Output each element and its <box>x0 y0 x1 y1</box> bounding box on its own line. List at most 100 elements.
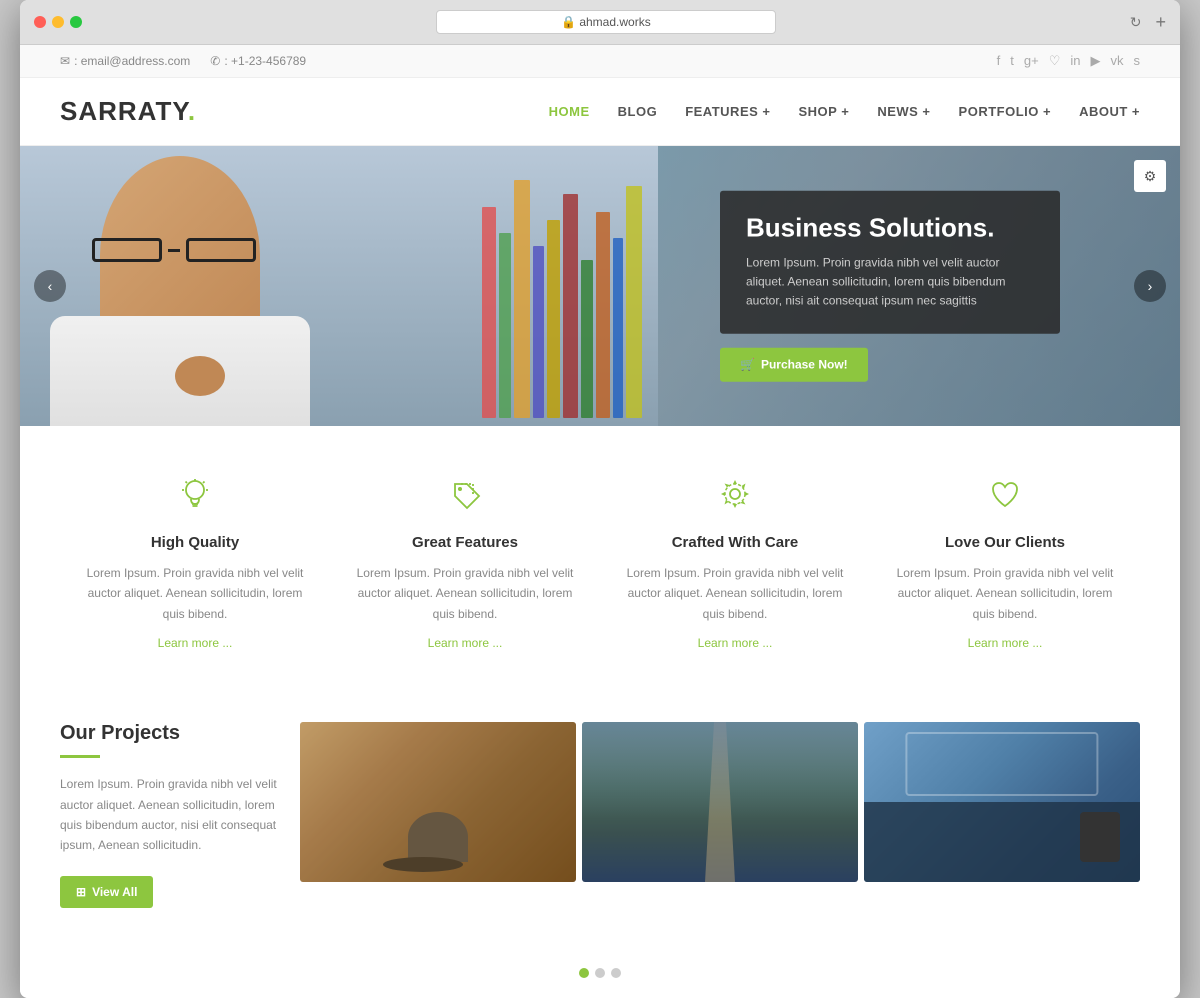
nav-item-features[interactable]: FEATURES + <box>685 104 770 119</box>
googleplus-icon[interactable]: g+ <box>1024 53 1039 69</box>
pagination-dot-2[interactable] <box>595 968 605 978</box>
book <box>499 233 511 418</box>
project-thumb-2[interactable] <box>582 722 858 882</box>
lock-icon: 🔒 <box>561 15 579 29</box>
settings-icon: ⚙ <box>1144 168 1157 185</box>
url-text: ahmad.works <box>579 15 650 29</box>
gear-icon <box>620 476 850 520</box>
twitter-icon[interactable]: t <box>1010 53 1014 69</box>
feature-item-love-clients: Love Our Clients Lorem Ipsum. Proin grav… <box>870 476 1140 652</box>
view-all-label: View All <box>92 885 137 899</box>
feature-link-1[interactable]: Learn more ... <box>428 636 503 650</box>
feature-desc-3: Lorem Ipsum. Proin gravida nibh vel veli… <box>890 563 1120 624</box>
book <box>626 186 642 418</box>
logo[interactable]: SARRATY. <box>60 96 196 127</box>
thumb-windshield <box>905 732 1098 796</box>
feature-title-1: Great Features <box>350 534 580 551</box>
topbar: ✉ : email@address.com ✆ : +1-23-456789 f… <box>20 45 1180 78</box>
tag-icon <box>350 476 580 520</box>
hero-next-button[interactable]: › <box>1134 270 1166 302</box>
browser-addressbar: 🔒 ahmad.works <box>92 10 1120 34</box>
glasses <box>92 236 272 264</box>
project-thumb-3[interactable] <box>864 722 1140 882</box>
feature-desc-1: Lorem Ipsum. Proin gravida nibh vel veli… <box>350 563 580 624</box>
feature-link-3[interactable]: Learn more ... <box>968 636 1043 650</box>
social-links: f t g+ ♡ in ▶ vk s <box>997 53 1140 69</box>
hero-text-box: Business Solutions. Lorem Ipsum. Proin g… <box>720 191 1060 334</box>
browser-titlebar: 🔒 ahmad.works ↻ + <box>20 0 1180 45</box>
nav-item-news[interactable]: NEWS + <box>877 104 930 119</box>
book <box>613 238 623 418</box>
view-all-button[interactable]: ⊞ View All <box>60 876 153 908</box>
feature-item-high-quality: High Quality Lorem Ipsum. Proin gravida … <box>60 476 330 652</box>
vk-icon[interactable]: vk <box>1111 53 1124 69</box>
grid-icon: ⊞ <box>76 885 86 899</box>
nav-menu: HOME BLOG FEATURES + SHOP + NEWS + PORTF… <box>549 104 1140 119</box>
minimize-dot[interactable] <box>52 16 64 28</box>
browser-window: 🔒 ahmad.works ↻ + ✉ : email@address.com … <box>20 0 1180 998</box>
carousel-pagination <box>20 958 1180 998</box>
projects-underline <box>60 755 100 758</box>
topbar-contact-info: ✉ : email@address.com ✆ : +1-23-456789 <box>60 54 306 68</box>
book <box>581 260 593 418</box>
nav-item-blog[interactable]: BLOG <box>618 104 658 119</box>
glasses-left <box>92 238 162 262</box>
projects-section: Our Projects Lorem Ipsum. Proin gravida … <box>20 702 1180 958</box>
heart-icon <box>890 476 1120 520</box>
book <box>533 246 544 418</box>
book <box>596 212 610 418</box>
logo-dot: . <box>188 96 196 126</box>
pagination-dot-1[interactable] <box>579 968 589 978</box>
purchase-button[interactable]: 🛒 Purchase Now! <box>720 347 868 381</box>
website-content: ✉ : email@address.com ✆ : +1-23-456789 f… <box>20 45 1180 998</box>
feature-link-2[interactable]: Learn more ... <box>698 636 773 650</box>
feature-item-great-features: Great Features Lorem Ipsum. Proin gravid… <box>330 476 600 652</box>
feature-desc-2: Lorem Ipsum. Proin gravida nibh vel veli… <box>620 563 850 624</box>
phone-text: : +1-23-456789 <box>224 54 306 68</box>
hero-image <box>20 146 658 426</box>
thumb-sky <box>582 722 858 818</box>
url-bar[interactable]: 🔒 ahmad.works <box>436 10 776 34</box>
pagination-dot-3[interactable] <box>611 968 621 978</box>
nav-item-about[interactable]: ABOUT + <box>1079 104 1140 119</box>
hero-description: Lorem Ipsum. Proin gravida nibh vel veli… <box>746 254 1034 312</box>
new-tab-button[interactable]: + <box>1155 12 1166 33</box>
glasses-bridge <box>168 249 180 252</box>
close-dot[interactable] <box>34 16 46 28</box>
hero-settings-button[interactable]: ⚙ <box>1134 160 1166 192</box>
phone-icon: ✆ <box>210 54 220 68</box>
nav-item-home[interactable]: HOME <box>549 104 590 119</box>
skype-icon[interactable]: s <box>1134 53 1141 69</box>
bulb-icon <box>80 476 310 520</box>
thumb-overlay <box>300 722 576 882</box>
feature-title-2: Crafted With Care <box>620 534 850 551</box>
project-thumb-1[interactable] <box>300 722 576 882</box>
navbar: SARRATY. HOME BLOG FEATURES + SHOP + NEW… <box>20 78 1180 146</box>
hero-section: Business Solutions. Lorem Ipsum. Proin g… <box>20 146 1180 426</box>
glasses-right <box>186 238 256 262</box>
book <box>563 194 578 418</box>
book <box>514 180 530 418</box>
hero-title: Business Solutions. <box>746 213 1034 244</box>
refresh-icon[interactable]: ↻ <box>1130 14 1142 31</box>
facebook-icon[interactable]: f <box>997 53 1001 69</box>
hero-prev-button[interactable]: ‹ <box>34 270 66 302</box>
book <box>482 207 496 418</box>
linkedin-icon[interactable]: in <box>1070 53 1080 69</box>
projects-info: Our Projects Lorem Ipsum. Proin gravida … <box>60 722 280 908</box>
thumb-phone <box>1080 812 1120 862</box>
browser-dots <box>34 16 82 28</box>
nav-item-portfolio[interactable]: PORTFOLIO + <box>959 104 1052 119</box>
bookshelf <box>478 146 658 426</box>
cart-icon: 🛒 <box>740 357 755 371</box>
feature-link-0[interactable]: Learn more ... <box>158 636 233 650</box>
pinterest-icon[interactable]: ♡ <box>1049 53 1061 69</box>
email-text: : email@address.com <box>74 54 190 68</box>
feature-title-0: High Quality <box>80 534 310 551</box>
features-section: High Quality Lorem Ipsum. Proin gravida … <box>20 426 1180 702</box>
youtube-icon[interactable]: ▶ <box>1091 53 1101 69</box>
nav-item-shop[interactable]: SHOP + <box>799 104 850 119</box>
hand <box>175 356 225 396</box>
feature-item-crafted-with-care: Crafted With Care Lorem Ipsum. Proin gra… <box>600 476 870 652</box>
maximize-dot[interactable] <box>70 16 82 28</box>
